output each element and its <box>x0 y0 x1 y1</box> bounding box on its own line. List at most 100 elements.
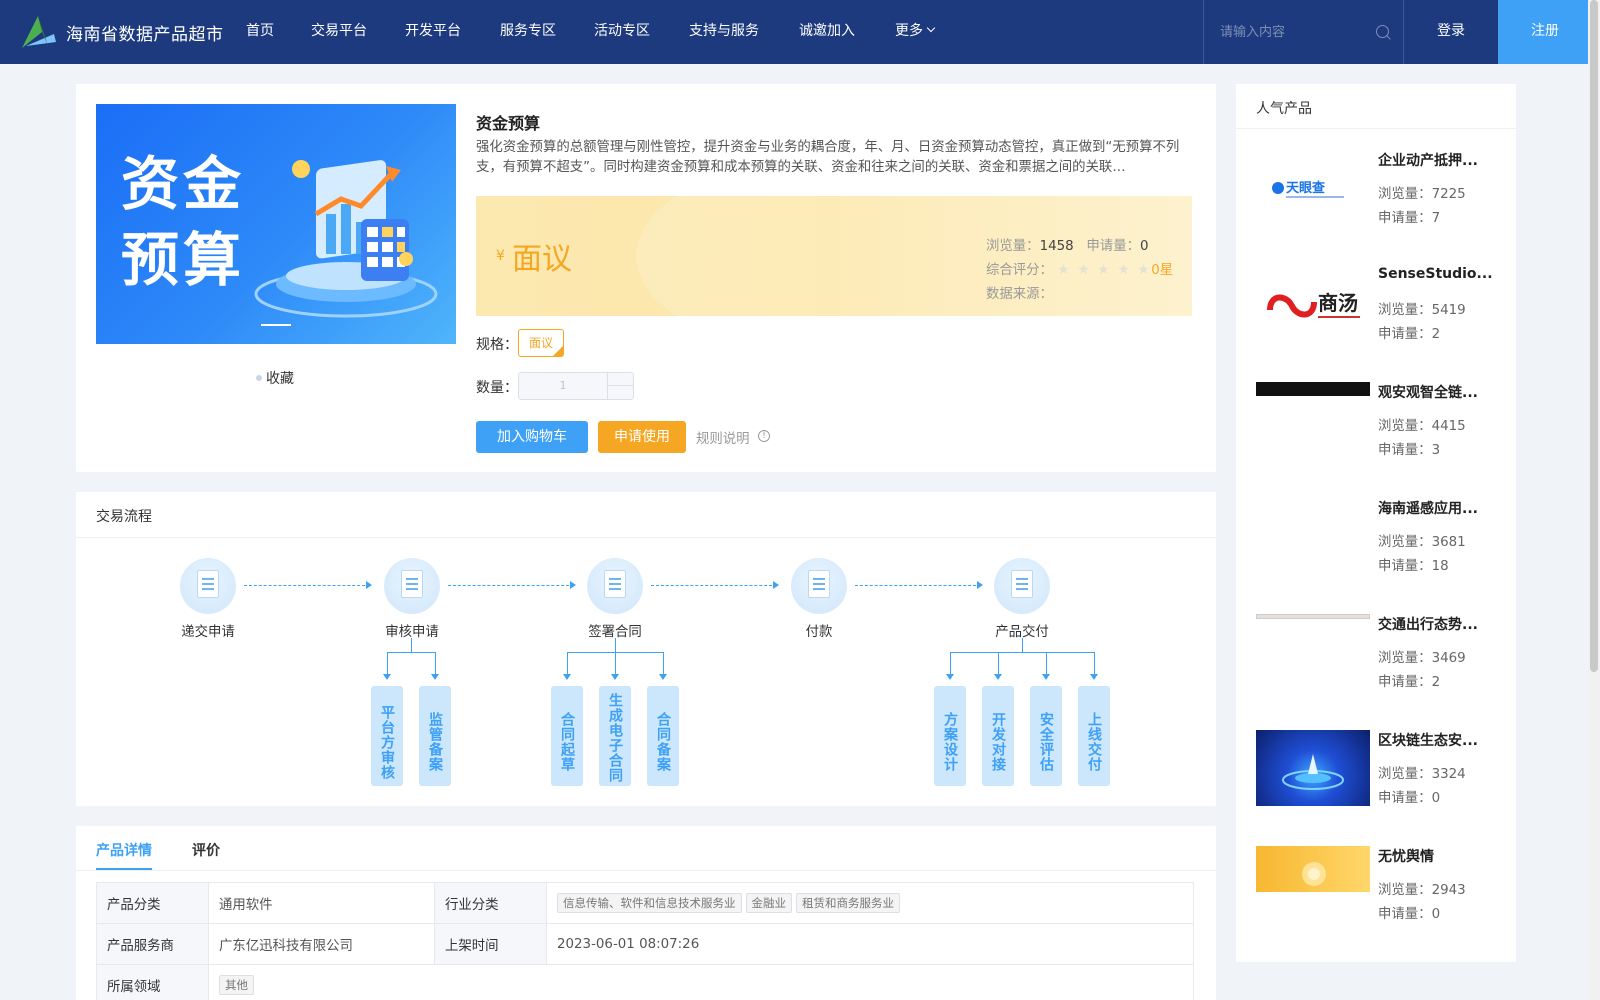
tabs-divider <box>76 870 1216 871</box>
sub-step-regulatory-filing: 监管备案 <box>419 686 451 786</box>
popular-item-views: 浏览量：7225 <box>1378 182 1466 202</box>
popular-item[interactable]: 无忧舆情 浏览量：2943 申请量：0 <box>1256 846 1506 946</box>
applies-value: 0 <box>1431 791 1441 806</box>
popular-item-name[interactable]: 海南遥感应用... <box>1378 498 1498 518</box>
popular-item-name[interactable]: 观安观智全链... <box>1378 382 1498 402</box>
nav-home[interactable]: 首页 <box>246 0 311 64</box>
rules-link[interactable]: 规则说明 <box>696 427 750 447</box>
star-icon: ★ <box>1137 261 1150 278</box>
popular-item[interactable]: 天眼查 企业动产抵押... 浏览量：7225 申请量：7 <box>1256 150 1506 250</box>
product-thumbnail[interactable]: 天眼查 <box>1256 150 1370 226</box>
popular-item-applies: 申请量：18 <box>1378 554 1449 574</box>
product-thumbnail[interactable] <box>1256 614 1370 619</box>
info-icon[interactable]: ! <box>758 430 770 442</box>
search-box <box>1203 0 1404 64</box>
register-button[interactable]: 注册 <box>1498 0 1592 64</box>
tree-connector <box>998 652 999 674</box>
review-icon <box>384 558 440 614</box>
budget-illustration-icon <box>254 160 438 318</box>
nav-more-label: 更多 <box>895 23 923 39</box>
page-scrollbar[interactable] <box>1588 0 1600 1000</box>
apply-button[interactable]: 申请使用 <box>598 421 686 453</box>
popular-item-applies: 申请量：0 <box>1378 786 1440 806</box>
applies-value: 3 <box>1431 443 1441 458</box>
product-thumbnail[interactable] <box>1256 846 1370 892</box>
applies-value: 2 <box>1431 327 1441 342</box>
views-value: 3324 <box>1431 767 1466 782</box>
flow-header: 交易流程 <box>76 492 1216 538</box>
add-to-cart-button[interactable]: 加入购物车 <box>476 421 588 453</box>
search-input[interactable] <box>1220 22 1370 42</box>
nav-join[interactable]: 诚邀加入 <box>799 0 895 64</box>
popular-item-views: 浏览量：2943 <box>1378 878 1466 898</box>
popular-item[interactable]: 观安观智全链... 浏览量：4415 申请量：3 <box>1256 382 1506 482</box>
popular-item-name[interactable]: 区块链生态安... <box>1378 730 1498 750</box>
price-currency: ¥ <box>496 248 505 264</box>
quantity-stepper[interactable]: 1 <box>518 372 634 400</box>
table-row: 产品分类 通用软件 行业分类 信息传输、软件和信息技术服务业 金融业 租赁和商务服务… <box>96 882 1194 924</box>
flow-step-submit: 递交申请 <box>148 558 268 640</box>
product-thumbnail[interactable] <box>1256 730 1370 806</box>
nav-dev-platform[interactable]: 开发平台 <box>405 0 500 64</box>
tree-arrow-icon <box>659 674 667 680</box>
favorite-icon <box>256 375 262 381</box>
qty-decrease-button[interactable] <box>607 386 633 399</box>
industry-tag: 金融业 <box>745 893 792 913</box>
product-thumbnail[interactable] <box>1256 382 1370 396</box>
step-label: 审核申请 <box>385 625 439 640</box>
scrollbar-thumb[interactable] <box>1590 0 1598 672</box>
nav-support[interactable]: 支持与服务 <box>689 0 799 64</box>
popular-item-name[interactable]: 交通出行态势... <box>1378 614 1498 634</box>
nav-activity-zone[interactable]: 活动专区 <box>594 0 689 64</box>
sub-step-security-assessment: 安全评估 <box>1030 686 1062 786</box>
applies-label: 申请量： <box>1378 327 1432 342</box>
detail-table: 产品分类 通用软件 行业分类 信息传输、软件和信息技术服务业 金融业 租赁和商务服务… <box>96 882 1194 1000</box>
category-label: 产品分类 <box>96 882 209 924</box>
rating-text: 0星 <box>1151 263 1174 278</box>
tree-connector <box>435 652 436 674</box>
step-label: 签署合同 <box>588 625 642 640</box>
tree-arrow-icon <box>431 674 439 680</box>
views-label: 浏览量： <box>1378 535 1432 550</box>
tab-reviews[interactable]: 评价 <box>192 840 220 860</box>
popular-item-name[interactable]: 无忧舆情 <box>1378 846 1498 866</box>
industry-tag: 信息传输、软件和信息技术服务业 <box>557 893 742 913</box>
popular-item-name[interactable]: SenseStudio... <box>1378 266 1498 282</box>
product-description: 强化资金预算的总额管理与刚性管控，提升资金与业务的耦合度，年、月、日资金预算动态… <box>476 140 1180 175</box>
domain-tag: 其他 <box>219 975 254 995</box>
popular-item-name[interactable]: 企业动产抵押... <box>1378 150 1498 170</box>
spec-option[interactable]: 面议 <box>518 329 564 357</box>
popular-item-views: 浏览量：3469 <box>1378 646 1466 666</box>
site-logo-icon[interactable] <box>18 12 58 52</box>
popular-item[interactable]: 商汤 SenseStudio... 浏览量：5419 申请量：2 <box>1256 266 1506 366</box>
star-icon: ★ <box>1077 261 1090 278</box>
submit-icon <box>180 558 236 614</box>
provider-label: 产品服务商 <box>96 923 209 965</box>
carousel-indicator[interactable] <box>261 324 291 326</box>
quantity-input[interactable]: 1 <box>519 373 607 399</box>
favorite-button[interactable]: 收藏 <box>256 368 294 388</box>
tree-connector <box>615 638 616 652</box>
popular-item[interactable]: 区块链生态安... 浏览量：3324 申请量：0 <box>1256 730 1506 830</box>
views-label: 浏览量： <box>986 239 1040 254</box>
popular-item[interactable]: 海南遥感应用... 浏览量：3681 申请量：18 <box>1256 498 1506 598</box>
payment-icon <box>791 558 847 614</box>
blockchain-illustration-icon <box>1282 754 1344 790</box>
popular-item[interactable]: 交通出行态势... 浏览量：3469 申请量：2 <box>1256 614 1506 714</box>
search-icon[interactable] <box>1376 25 1389 38</box>
domain-tags: 其他 <box>208 964 1194 1000</box>
nav-service-zone[interactable]: 服务专区 <box>500 0 594 64</box>
flow-title: 交易流程 <box>96 509 152 525</box>
tree-arrow-icon <box>1042 674 1050 680</box>
industry-tag: 租赁和商务服务业 <box>796 893 900 913</box>
nav-more[interactable]: 更多 <box>895 0 934 64</box>
qty-increase-button[interactable] <box>607 373 633 386</box>
applies-label: 申请量： <box>1378 559 1432 574</box>
views-label: 浏览量： <box>1378 651 1432 666</box>
tab-product-detail[interactable]: 产品详情 <box>96 840 152 870</box>
nav-trading-platform[interactable]: 交易平台 <box>311 0 405 64</box>
site-title[interactable]: 海南省数据产品超市 <box>66 20 224 45</box>
tree-connector <box>663 652 664 674</box>
login-button[interactable]: 登录 <box>1404 0 1498 64</box>
product-thumbnail[interactable]: 商汤 <box>1256 266 1370 342</box>
